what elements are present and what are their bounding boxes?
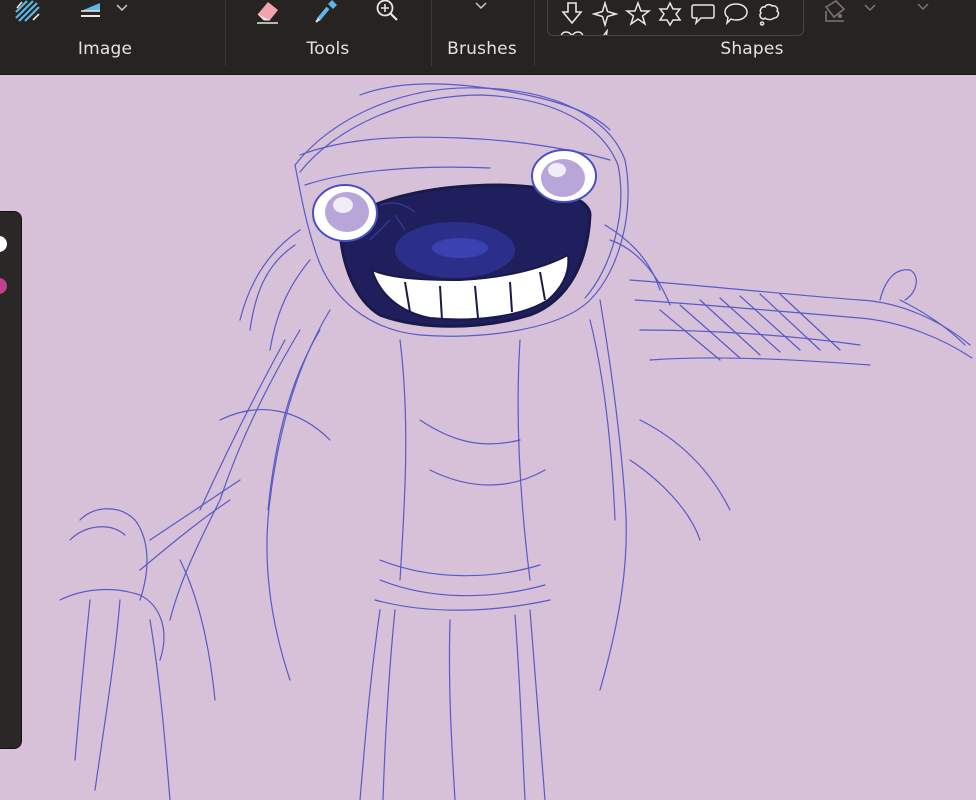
shapes-gallery[interactable] bbox=[547, 0, 804, 36]
sketch-artwork bbox=[59, 83, 973, 800]
rect-callout-icon[interactable] bbox=[690, 1, 716, 27]
color-side-panel bbox=[0, 211, 22, 749]
cloud-callout-icon[interactable] bbox=[756, 1, 782, 27]
eraser-icon[interactable] bbox=[252, 0, 282, 26]
ribbon-toolbar: Image Tools Brushes Shapes bbox=[0, 0, 976, 75]
fill-dropdown-chevron-icon[interactable] bbox=[862, 0, 878, 20]
group-divider bbox=[225, 0, 226, 66]
paint-app-window: Image Tools Brushes Shapes bbox=[0, 0, 976, 800]
tools-group-label: Tools bbox=[306, 39, 350, 59]
zoom-icon[interactable] bbox=[372, 0, 402, 26]
shapes-group-label: Shapes bbox=[720, 39, 784, 59]
primary-color-swatch[interactable] bbox=[0, 236, 7, 252]
color-picker-icon[interactable] bbox=[311, 0, 341, 26]
four-point-star-icon[interactable] bbox=[592, 1, 618, 27]
image-group-label: Image bbox=[77, 39, 133, 59]
group-divider bbox=[534, 0, 535, 66]
oval-callout-icon[interactable] bbox=[723, 1, 749, 27]
chevron-down-icon[interactable] bbox=[114, 0, 130, 20]
fill-icon[interactable] bbox=[821, 0, 851, 26]
brushes-group-label: Brushes bbox=[447, 39, 517, 59]
five-point-star-icon[interactable] bbox=[625, 1, 651, 27]
more-chevron-icon[interactable] bbox=[915, 0, 931, 20]
brushes-dropdown-chevron-icon[interactable] bbox=[473, 0, 489, 20]
six-point-star-icon[interactable] bbox=[657, 1, 683, 27]
layers-icon[interactable] bbox=[77, 0, 107, 26]
heart-icon[interactable] bbox=[559, 29, 585, 36]
arrow-down-icon[interactable] bbox=[559, 1, 585, 27]
selection-tool-icon[interactable] bbox=[13, 0, 43, 26]
secondary-color-swatch[interactable] bbox=[0, 278, 7, 294]
lightning-icon[interactable] bbox=[592, 29, 618, 36]
drawing-canvas[interactable] bbox=[0, 75, 976, 800]
